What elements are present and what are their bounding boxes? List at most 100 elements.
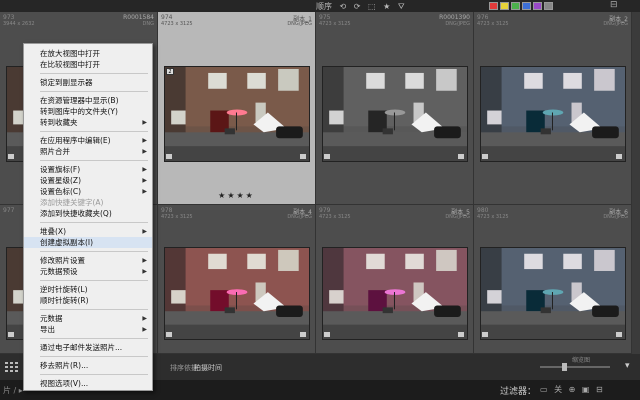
virtual-copy-badge: 2 <box>166 68 174 75</box>
thumbnail-cell[interactable]: 974 4723 x 3125 副本_1 DNG/JPEG 2 ★★★★ <box>158 12 316 205</box>
submenu-arrow-icon: ▶ <box>142 148 147 155</box>
menu-item[interactable]: 元数据 ▶ <box>24 313 152 324</box>
menu-item[interactable]: 转到收藏夹 ▶ <box>24 117 152 128</box>
menu-item[interactable]: 逆时针旋转(L) <box>24 284 152 295</box>
menu-item[interactable]: 堆叠(X) ▶ <box>24 226 152 237</box>
color-swatch-green[interactable] <box>511 2 520 10</box>
menu-item-label: 设置旗标(F) <box>40 165 81 174</box>
submenu-arrow-icon: ▶ <box>142 119 147 126</box>
menu-item[interactable]: 顺时针旋转(R) <box>24 295 152 306</box>
thumbnail-cell[interactable]: 976 4723 x 3125 副本_2 DNG/JPEG <box>474 12 632 205</box>
menu-separator <box>40 309 148 310</box>
menu-item-label: 照片合并 <box>40 147 70 156</box>
photo-thumbnail[interactable] <box>480 247 626 340</box>
cell-filetype: DNG/JPEG <box>603 214 628 220</box>
thumbnail-cell[interactable]: 975 4723 x 3125 R0001390 DNG/JPEG <box>316 12 474 205</box>
sort-value[interactable]: 拍摄时间 <box>194 363 222 373</box>
rotate-left-icon[interactable]: ⟲ <box>340 2 347 11</box>
color-swatch-yellow[interactable] <box>500 2 509 10</box>
menu-item-label: 设置星级(Z) <box>40 176 81 185</box>
thumbnail-corner-icon[interactable] <box>482 332 488 337</box>
menu-item[interactable]: 在放大视图中打开 <box>24 48 152 59</box>
menu-item[interactable]: 修改照片设置 ▶ <box>24 255 152 266</box>
sort-order-label[interactable]: 顺序 <box>316 2 332 11</box>
menu-separator <box>40 131 148 132</box>
menu-item[interactable]: 移去照片(R)... <box>24 360 152 371</box>
photo-thumbnail[interactable] <box>164 66 310 162</box>
menu-item[interactable]: 创建虚拟副本(I) <box>24 237 152 248</box>
color-swatch-blue[interactable] <box>522 2 531 10</box>
cell-index: 980 <box>477 207 489 214</box>
color-label-swatches <box>489 2 553 10</box>
menu-item[interactable]: 设置色标(C) ▶ <box>24 186 152 197</box>
menu-item[interactable]: 在比较视图中打开 <box>24 59 152 70</box>
color-swatch-red[interactable] <box>489 2 498 10</box>
thumbnail-corner-icon[interactable] <box>8 332 14 337</box>
thumbnail-edit-icon[interactable] <box>300 154 306 159</box>
photo-thumbnail[interactable] <box>164 247 310 340</box>
thumbnail-edit-icon[interactable] <box>458 332 464 337</box>
thumbnail-edit-icon[interactable] <box>300 332 306 337</box>
cell-index: 975 <box>319 14 331 21</box>
menu-item[interactable]: 照片合并 ▶ <box>24 146 152 157</box>
menu-item[interactable]: 导出 ▶ <box>24 324 152 335</box>
menu-separator <box>40 374 148 375</box>
cell-dimensions: 4723 x 3125 <box>477 21 509 27</box>
thumbnail-edit-icon[interactable] <box>616 332 622 337</box>
filter-icons[interactable]: ▭ 关 ⊕ ▣ ⊟ <box>540 384 605 395</box>
menu-item[interactable]: 视图选项(V)... <box>24 378 152 389</box>
crop-icon[interactable]: ⬚ <box>368 2 376 11</box>
grid-view-icon[interactable] <box>5 362 18 372</box>
submenu-arrow-icon: ▶ <box>142 257 147 264</box>
rotate-right-icon[interactable]: ⟳ <box>354 2 361 11</box>
menu-separator <box>40 280 148 281</box>
cell-filetype: DNG/JPEG <box>287 214 312 220</box>
thumbnail-corner-icon[interactable] <box>324 332 330 337</box>
menu-item[interactable]: 通过电子邮件发送照片... <box>24 342 152 353</box>
photo-thumbnail[interactable] <box>322 247 468 340</box>
star-icon[interactable]: ★ <box>383 2 390 11</box>
menu-item-label: 通过电子邮件发送照片... <box>40 343 123 352</box>
toolbar-dropdown-icon[interactable]: ▾ <box>625 361 630 371</box>
menu-item-label: 添加快捷关键字(A) <box>40 198 104 207</box>
menu-item-label: 导出 <box>40 325 55 334</box>
thumbnail-cell[interactable]: 978 4723 x 3125 副本_4 DNG/JPEG <box>158 205 316 354</box>
thumbnail-edit-icon[interactable] <box>458 154 464 159</box>
menu-item-label: 堆叠(X) <box>40 227 66 236</box>
menu-item[interactable]: 元数据预设 ▶ <box>24 266 152 277</box>
submenu-arrow-icon: ▶ <box>142 228 147 235</box>
thumbnail-corner-icon[interactable] <box>166 154 172 159</box>
thumbnail-cell[interactable]: 979 4723 x 3125 副本_5 DNG/JPEG <box>316 205 474 354</box>
star-rating[interactable]: ★★★★ <box>158 191 315 200</box>
thumbnail-edit-icon[interactable] <box>616 154 622 159</box>
cell-filetype: DNG/JPEG <box>287 21 312 27</box>
menu-separator <box>40 222 148 223</box>
menu-item[interactable]: 转到图库中的文件夹(Y) <box>24 106 152 117</box>
menu-item[interactable]: 在应用程序中编辑(E) ▶ <box>24 135 152 146</box>
toggle-panel-icon[interactable]: ⊟ <box>610 0 618 10</box>
submenu-arrow-icon: ▶ <box>142 315 147 322</box>
photo-thumbnail[interactable] <box>480 66 626 162</box>
menu-separator <box>40 91 148 92</box>
menu-item[interactable]: 在资源管理器中显示(B) <box>24 95 152 106</box>
menu-separator <box>40 356 148 357</box>
menu-item[interactable]: 设置星级(Z) ▶ <box>24 175 152 186</box>
thumbnail-corner-icon[interactable] <box>166 332 172 337</box>
filter-label: 过滤器： <box>500 387 537 397</box>
menu-item-label: 在比较视图中打开 <box>40 60 100 69</box>
thumbnail-cell[interactable]: 980 4723 x 3125 副本_6 DNG/JPEG <box>474 205 632 354</box>
thumbnail-corner-icon[interactable] <box>482 154 488 159</box>
thumbnail-corner-icon[interactable] <box>8 154 14 159</box>
thumbnail-corner-icon[interactable] <box>324 154 330 159</box>
menu-item[interactable]: 锁定到副显示器 <box>24 77 152 88</box>
photo-thumbnail[interactable] <box>322 66 468 162</box>
color-swatch-none[interactable] <box>544 2 553 10</box>
menu-item[interactable]: 设置旗标(F) ▶ <box>24 164 152 175</box>
flag-icon[interactable]: ⛛ <box>398 2 405 11</box>
submenu-arrow-icon: ▶ <box>142 177 147 184</box>
thumbnail-size-slider[interactable] <box>540 363 610 371</box>
menu-separator <box>40 160 148 161</box>
menu-item[interactable]: 添加到快捷收藏夹(Q) <box>24 208 152 219</box>
color-swatch-purple[interactable] <box>533 2 542 10</box>
filmstrip-source[interactable]: 片 / ▸ <box>3 385 23 396</box>
